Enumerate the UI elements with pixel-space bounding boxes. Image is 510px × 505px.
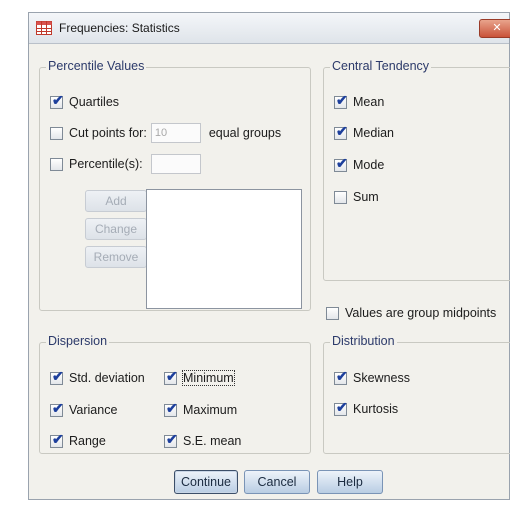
std-deviation-row[interactable]: ✔ Std. deviation [50,367,145,385]
dispersion-legend: Dispersion [46,334,110,348]
group-midpoints-checkbox[interactable] [326,306,339,320]
kurtosis-checkbox[interactable]: ✔ [334,398,348,416]
checkmark-icon: ✔ [52,430,64,447]
mean-label: Mean [353,95,385,109]
se-mean-checkbox[interactable]: ✔ [164,430,178,448]
variance-checkbox[interactable]: ✔ [50,399,64,417]
sum-label: Sum [353,190,379,204]
median-checkbox-row[interactable]: ✔ Median [334,122,394,140]
remove-button[interactable]: Remove [85,246,147,268]
table-icon [36,21,52,35]
median-label: Median [353,126,394,140]
central-tendency-group: Central Tendency ✔ Mean ✔ Median ✔ Mode … [323,59,510,281]
range-label: Range [69,434,106,448]
se-mean-row[interactable]: ✔ S.E. mean [164,430,242,448]
percentile-values-legend: Percentile Values [46,59,147,73]
title-bar: Frequencies: Statistics ✕ [29,13,510,44]
kurtosis-label: Kurtosis [353,402,399,416]
mode-label: Mode [353,158,385,172]
central-tendency-legend: Central Tendency [330,59,432,73]
change-button[interactable]: Change [85,218,147,240]
range-row[interactable]: ✔ Range [50,430,106,448]
group-midpoints-label: Values are group midpoints [345,306,497,320]
checkmark-icon: ✔ [336,154,348,171]
mode-checkbox-row[interactable]: ✔ Mode [334,154,385,172]
sum-checkbox-row[interactable]: Sum [334,190,379,204]
equal-groups-label: equal groups [208,126,282,140]
cut-points-input[interactable]: 10 [150,123,201,143]
close-button[interactable]: ✕ [479,19,510,38]
checkmark-icon: ✔ [166,430,178,447]
cut-points-checkbox[interactable] [50,126,63,140]
percentile-listbox[interactable] [146,189,302,309]
mean-checkbox-row[interactable]: ✔ Mean [334,91,385,109]
checkmark-icon: ✔ [336,91,348,108]
skewness-label: Skewness [353,371,410,385]
distribution-group: Distribution ✔ Skewness ✔ Kurtosis [323,334,510,454]
percentiles-checkbox[interactable] [50,157,63,171]
distribution-legend: Distribution [330,334,397,348]
help-button[interactable]: Help [317,470,383,494]
range-checkbox[interactable]: ✔ [50,430,64,448]
window-title: Frequencies: Statistics [59,21,180,35]
maximum-label: Maximum [183,403,238,417]
close-icon: ✕ [492,22,502,34]
quartiles-checkbox-row[interactable]: ✔ Quartiles [50,91,120,109]
quartiles-checkbox[interactable]: ✔ [50,91,64,109]
group-midpoints-row[interactable]: Values are group midpoints [326,306,496,320]
checkmark-icon: ✔ [52,91,64,108]
minimum-checkbox[interactable]: ✔ [164,367,178,385]
checkmark-icon: ✔ [336,367,348,384]
cut-points-row: Cut points for: 10 equal groups [50,123,281,143]
variance-label: Variance [69,403,118,417]
checkmark-icon: ✔ [336,398,348,415]
se-mean-label: S.E. mean [183,434,242,448]
std-deviation-label: Std. deviation [69,371,145,385]
checkmark-icon: ✔ [336,122,348,139]
mode-checkbox[interactable]: ✔ [334,154,348,172]
checkmark-icon: ✔ [52,399,64,416]
maximum-row[interactable]: ✔ Maximum [164,399,238,417]
checkmark-icon: ✔ [166,367,178,384]
percentiles-row: Percentile(s): [50,154,201,174]
checkmark-icon: ✔ [166,399,178,416]
mean-checkbox[interactable]: ✔ [334,91,348,109]
cancel-button[interactable]: Cancel [244,470,310,494]
median-checkbox[interactable]: ✔ [334,122,348,140]
add-button[interactable]: Add [85,190,147,212]
frequencies-statistics-dialog: Frequencies: Statistics ✕ Percentile Val… [28,12,510,500]
kurtosis-row[interactable]: ✔ Kurtosis [334,398,399,416]
quartiles-label: Quartiles [69,95,120,109]
percentiles-label: Percentile(s): [69,157,143,171]
std-deviation-checkbox[interactable]: ✔ [50,367,64,385]
maximum-checkbox[interactable]: ✔ [164,399,178,417]
sum-checkbox[interactable] [334,190,347,204]
continue-button[interactable]: Continue [174,470,238,494]
skewness-row[interactable]: ✔ Skewness [334,367,410,385]
dispersion-group: Dispersion ✔ Std. deviation ✔ Minimum ✔ … [39,334,311,454]
minimum-row[interactable]: ✔ Minimum [164,367,235,386]
minimum-label: Minimum [182,370,235,386]
skewness-checkbox[interactable]: ✔ [334,367,348,385]
checkmark-icon: ✔ [52,367,64,384]
percentile-input[interactable] [150,154,201,174]
cut-points-label: Cut points for: [69,126,147,140]
variance-row[interactable]: ✔ Variance [50,399,118,417]
